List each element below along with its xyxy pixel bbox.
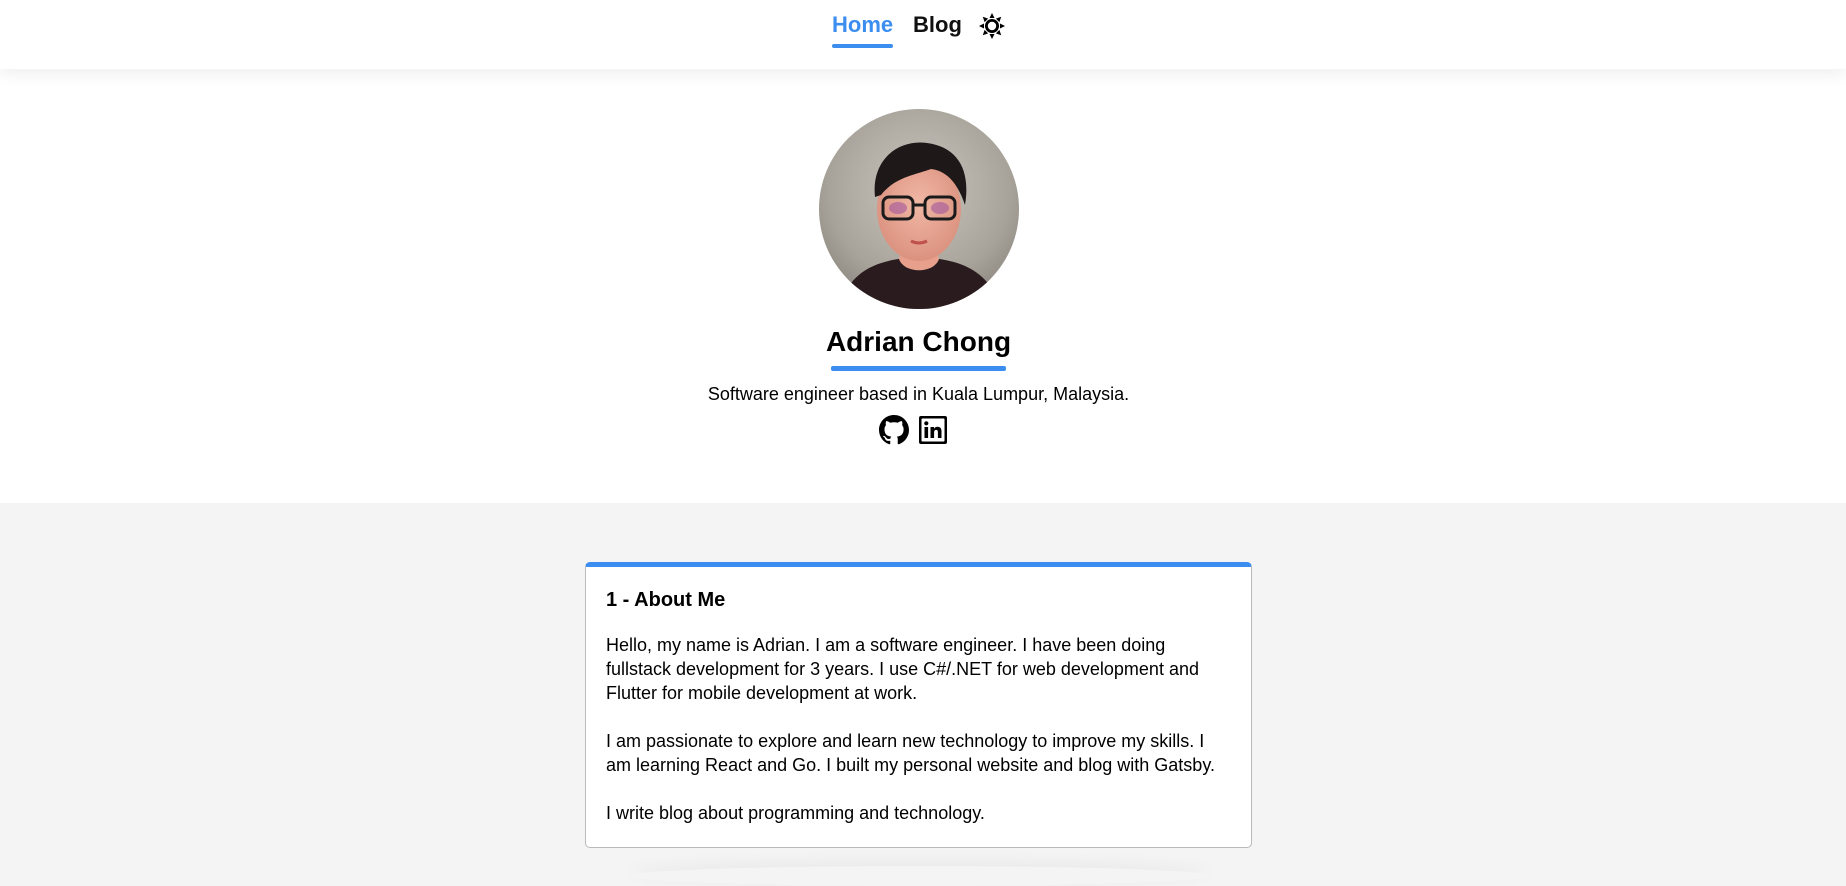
theme-toggle-button[interactable]	[979, 13, 1005, 39]
about-me-card: 1 - About Me Hello, my name is Adrian. I…	[585, 562, 1252, 848]
about-paragraph: Hello, my name is Adrian. I am a softwar…	[606, 635, 1199, 703]
linkedin-link[interactable]	[918, 415, 948, 445]
sun-icon	[979, 13, 1005, 39]
nav-home-link[interactable]: Home	[832, 10, 894, 48]
next-card-shadow	[630, 866, 1210, 886]
about-paragraph: I am passionate to explore and learn new…	[606, 731, 1215, 775]
nav-blog-link[interactable]: Blog	[913, 10, 962, 40]
top-navbar: Home Blog	[0, 0, 1846, 69]
github-icon	[879, 415, 909, 445]
avatar	[819, 109, 1019, 309]
github-link[interactable]	[879, 415, 909, 445]
profile-photo	[819, 109, 1019, 309]
linkedin-icon	[919, 416, 947, 444]
name-underline	[831, 366, 1006, 371]
about-paragraph: I write blog about programming and techn…	[606, 803, 985, 823]
about-me-title: 1 - About Me	[606, 589, 726, 611]
hero-section: Adrian Chong Software engineer based in …	[0, 69, 1846, 503]
profile-name: Adrian Chong	[825, 326, 1012, 357]
profile-tagline: Software engineer based in Kuala Lumpur,…	[707, 384, 1130, 404]
